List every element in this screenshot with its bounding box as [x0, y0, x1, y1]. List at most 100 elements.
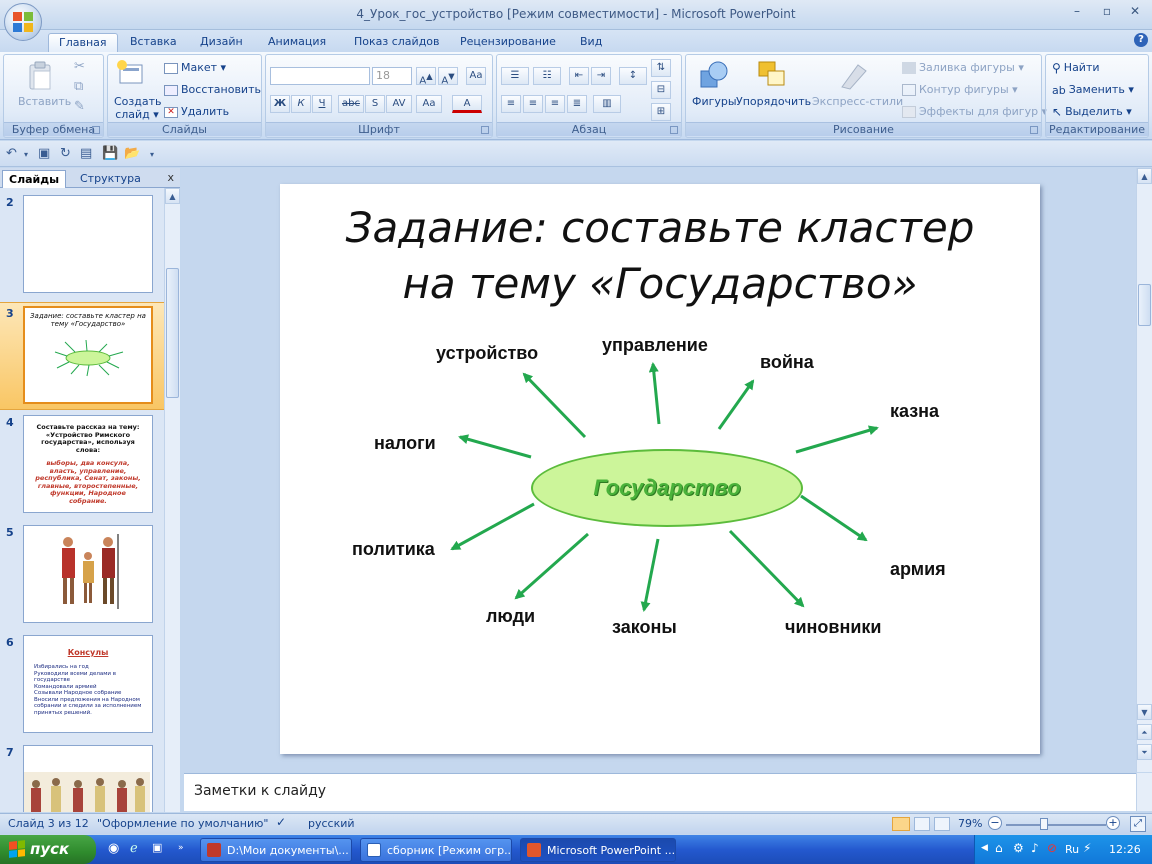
italic-icon[interactable]: К [291, 95, 311, 113]
save-icon[interactable]: 💾 [102, 146, 118, 161]
next-slide-icon[interactable]: ⏷ [1137, 744, 1152, 760]
align-left-icon[interactable]: ≡ [501, 95, 521, 113]
strikethrough-icon[interactable]: abc [338, 95, 364, 113]
undo-dropdown-icon[interactable]: ▾ [24, 150, 28, 159]
decrease-indent-icon[interactable]: ⇤ [569, 67, 589, 85]
shrink-font-icon[interactable]: A▼ [438, 67, 458, 86]
shape-outline-button[interactable]: Контур фигуры ▾ [902, 83, 1018, 96]
slides-pane-scrollbar[interactable]: ▲ [164, 188, 180, 812]
customize-qat-icon[interactable]: ▾ [150, 150, 154, 159]
word-voyna[interactable]: война [760, 352, 814, 373]
bullets-icon[interactable]: ☰ [501, 67, 529, 85]
slide-thumbnail-7[interactable]: 7 [0, 742, 164, 812]
fit-to-window-icon[interactable]: ⤢ [1130, 816, 1146, 832]
task-word-document[interactable]: сборник [Режим огр... [360, 838, 512, 862]
new-slide-button[interactable]: Создать слайд ▾ [114, 95, 162, 121]
center-ellipse[interactable]: Государство [531, 449, 803, 527]
zoom-out-icon[interactable]: − [988, 816, 1002, 830]
slide-scrollbar[interactable]: ▲ ▼ ⏶ ⏷ [1136, 168, 1152, 772]
tray-expand-icon[interactable]: ◀ [981, 843, 988, 853]
slideshow-view-icon[interactable] [934, 817, 950, 831]
line-spacing-icon[interactable]: ↕ [619, 67, 647, 85]
shapes-button[interactable]: Фигуры [692, 95, 737, 108]
word-politika[interactable]: политика [352, 539, 435, 560]
word-kazna[interactable]: казна [890, 401, 939, 422]
previous-slide-icon[interactable]: ⏶ [1137, 724, 1152, 740]
tab-view[interactable]: Вид [570, 33, 612, 52]
font-color-icon[interactable]: A [452, 95, 482, 113]
replace-button[interactable]: ab Заменить ▾ [1052, 83, 1134, 97]
maximize-button[interactable]: ▫ [1094, 4, 1120, 18]
tray-speaker-icon[interactable]: ♪ [1031, 841, 1039, 855]
font-name-combo[interactable] [270, 67, 370, 85]
cut-icon[interactable]: ✂ [74, 59, 85, 74]
close-button[interactable]: ✕ [1122, 4, 1148, 18]
slide-sorter-icon[interactable] [914, 817, 930, 831]
tray-security-icon[interactable]: ⊘ [1047, 841, 1057, 855]
reset-button[interactable]: Восстановить [164, 83, 261, 96]
clear-format-icon[interactable]: Aa [466, 67, 486, 85]
delete-slide-button[interactable]: ✕ Удалить [164, 105, 229, 118]
slide-thumbnail-5[interactable]: 5 [0, 522, 164, 630]
underline-icon[interactable]: Ч [312, 95, 332, 113]
justify-icon[interactable]: ≣ [567, 95, 587, 113]
normal-view-icon[interactable] [892, 817, 910, 831]
shadow-icon[interactable]: S [365, 95, 385, 113]
slide-thumbnail-3[interactable]: 3 Задание: составьте кластер на тему «Го… [0, 302, 164, 410]
spellcheck-icon[interactable]: ✓ [276, 815, 286, 829]
quicklaunch-opera-icon[interactable]: ◉ [108, 841, 119, 856]
tray-antivirus-icon[interactable]: ⚙ [1013, 841, 1024, 855]
shape-effects-button[interactable]: Эффекты для фигур ▾ [902, 105, 1047, 118]
scroll-up-icon[interactable]: ▲ [165, 188, 180, 204]
smartart-icon[interactable]: ⊞ [651, 103, 671, 121]
notes-scrollbar[interactable] [1136, 773, 1152, 811]
quick-styles-button[interactable]: Экспресс-стили [812, 95, 903, 108]
zoom-slider[interactable] [1006, 824, 1106, 826]
current-slide[interactable]: Задание: составьте кластер на тему «Госу… [280, 184, 1040, 754]
scroll-thumb[interactable] [1138, 284, 1151, 326]
slide-thumbnail-4[interactable]: 4 Составьте рассказ на тему: «Устройство… [0, 412, 164, 520]
char-spacing-icon[interactable]: AV [386, 95, 412, 113]
change-case-icon[interactable]: Aa [416, 95, 442, 113]
theme-name[interactable]: "Оформление по умолчанию" [97, 817, 268, 830]
quicklaunch-expand-icon[interactable]: » [178, 843, 184, 853]
redo-icon[interactable]: ↻ [60, 146, 71, 161]
slideshow-icon[interactable]: ▣ [38, 146, 50, 161]
open-icon[interactable]: 📂 [124, 146, 140, 161]
scroll-thumb[interactable] [166, 268, 179, 398]
font-size-combo[interactable]: 18 [372, 67, 412, 85]
tab-home[interactable]: Главная [48, 33, 118, 52]
tab-design[interactable]: Дизайн [190, 33, 253, 52]
increase-indent-icon[interactable]: ⇥ [591, 67, 611, 85]
scroll-up-icon[interactable]: ▲ [1137, 168, 1152, 184]
slide-thumbnail-2[interactable]: 2 [0, 192, 164, 300]
scroll-down-icon[interactable]: ▼ [1137, 704, 1152, 720]
word-upravlenie[interactable]: управление [602, 335, 708, 356]
tray-power-icon[interactable]: ⚡ [1083, 841, 1091, 855]
task-powerpoint[interactable]: Microsoft PowerPoint ... [520, 838, 676, 862]
office-button[interactable] [4, 3, 42, 41]
columns-icon[interactable]: ▥ [593, 95, 621, 113]
tab-insert[interactable]: Вставка [120, 33, 187, 52]
zoom-in-icon[interactable]: + [1106, 816, 1120, 830]
paste-button[interactable]: Вставить [18, 95, 71, 108]
close-pane-icon[interactable]: x [167, 171, 174, 184]
language-bar[interactable]: Ru [1065, 843, 1079, 856]
word-chinovniki[interactable]: чиновники [785, 617, 881, 638]
word-zakony[interactable]: законы [612, 617, 677, 638]
language-indicator[interactable]: русский [308, 817, 355, 830]
zoom-level[interactable]: 79% [958, 817, 982, 830]
help-icon[interactable]: ? [1134, 33, 1148, 47]
minimize-button[interactable]: – [1064, 4, 1090, 18]
arrange-button[interactable]: Упорядочить [736, 95, 811, 108]
tab-outline[interactable]: Структура [74, 170, 147, 188]
align-center-icon[interactable]: ≡ [523, 95, 543, 113]
tab-slides[interactable]: Слайды [2, 170, 67, 188]
tray-network-icon[interactable]: ⌂ [995, 841, 1003, 855]
shape-fill-button[interactable]: Заливка фигуры ▾ [902, 61, 1024, 74]
notes-pane[interactable]: Заметки к слайду [184, 773, 1136, 811]
undo-icon[interactable]: ↶ [6, 146, 17, 161]
start-button[interactable]: пуск [0, 835, 96, 864]
grow-font-icon[interactable]: A▲ [416, 67, 436, 86]
text-direction-icon[interactable]: ⇅ [651, 59, 671, 77]
